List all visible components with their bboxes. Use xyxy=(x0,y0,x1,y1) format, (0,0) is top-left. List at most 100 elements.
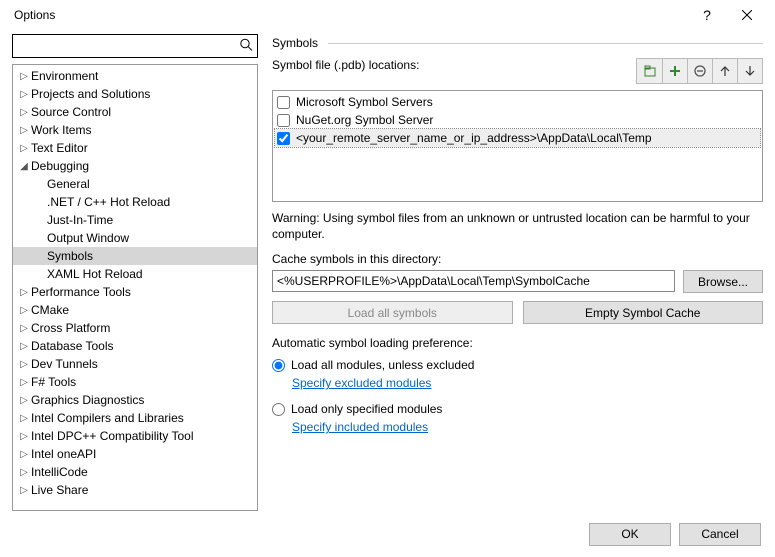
tree-item-label: Database Tools xyxy=(31,339,114,353)
ok-button[interactable]: OK xyxy=(589,523,671,546)
locations-list[interactable]: Microsoft Symbol Servers NuGet.org Symbol… xyxy=(272,90,763,202)
tree-item[interactable]: ▷Graphics Diagnostics xyxy=(13,391,257,409)
location-item[interactable]: <your_remote_server_name_or_ip_address>\… xyxy=(275,129,760,147)
tree-item-label: Symbols xyxy=(47,249,93,263)
sidebar: ▷Environment▷Projects and Solutions▷Sour… xyxy=(12,34,258,511)
panel-divider xyxy=(328,43,763,44)
empty-symbol-cache-button[interactable]: Empty Symbol Cache xyxy=(523,301,764,324)
tree-item-label: Output Window xyxy=(47,231,129,245)
chevron-right-icon: ▷ xyxy=(17,305,31,316)
tree-item-label: Cross Platform xyxy=(31,321,110,335)
load-all-symbols-button[interactable]: Load all symbols xyxy=(272,301,513,324)
cache-label: Cache symbols in this directory: xyxy=(272,252,763,266)
radio-load-only-label: Load only specified modules xyxy=(291,402,442,416)
chevron-right-icon: ▷ xyxy=(17,413,31,424)
search-box[interactable] xyxy=(12,34,258,58)
tree-item-label: XAML Hot Reload xyxy=(47,267,143,281)
tree-item[interactable]: ▷Work Items xyxy=(13,121,257,139)
tree-item[interactable]: ▷Dev Tunnels xyxy=(13,355,257,373)
tree-item[interactable]: Just-In-Time xyxy=(13,211,257,229)
tree-item[interactable]: ▷Projects and Solutions xyxy=(13,85,257,103)
tree-item-label: Text Editor xyxy=(31,141,88,155)
chevron-right-icon: ▷ xyxy=(17,377,31,388)
cancel-button[interactable]: Cancel xyxy=(679,523,761,546)
chevron-right-icon: ▷ xyxy=(17,143,31,154)
search-input[interactable] xyxy=(17,39,235,53)
tree-item[interactable]: .NET / C++ Hot Reload xyxy=(13,193,257,211)
location-checkbox[interactable] xyxy=(277,114,290,127)
options-tree[interactable]: ▷Environment▷Projects and Solutions▷Sour… xyxy=(12,64,258,511)
chevron-right-icon: ▷ xyxy=(17,467,31,478)
location-checkbox[interactable] xyxy=(277,96,290,109)
tree-item-label: .NET / C++ Hot Reload xyxy=(47,195,170,209)
tree-item[interactable]: ▷Performance Tools xyxy=(13,283,257,301)
specify-excluded-link[interactable]: Specify excluded modules xyxy=(292,376,763,390)
tree-item[interactable]: Symbols xyxy=(13,247,257,265)
tree-item[interactable]: ◢Debugging xyxy=(13,157,257,175)
tree-item[interactable]: XAML Hot Reload xyxy=(13,265,257,283)
tree-item[interactable]: General xyxy=(13,175,257,193)
tree-item[interactable]: ▷Environment xyxy=(13,67,257,85)
chevron-right-icon: ▷ xyxy=(17,287,31,298)
locations-label: Symbol file (.pdb) locations: xyxy=(272,58,628,72)
browse-button[interactable]: Browse... xyxy=(683,270,763,293)
cache-path-input[interactable] xyxy=(272,270,675,292)
radio-load-all-label: Load all modules, unless excluded xyxy=(291,358,474,372)
remove-icon[interactable] xyxy=(687,59,712,83)
location-item[interactable]: Microsoft Symbol Servers xyxy=(275,93,760,111)
move-up-icon[interactable] xyxy=(712,59,737,83)
tree-item[interactable]: ▷Intel DPC++ Compatibility Tool xyxy=(13,427,257,445)
new-folder-icon[interactable] xyxy=(637,59,662,83)
close-button[interactable] xyxy=(727,0,767,30)
move-down-icon[interactable] xyxy=(737,59,762,83)
auto-loading-label: Automatic symbol loading preference: xyxy=(272,336,763,350)
locations-toolbar xyxy=(636,58,763,84)
specify-included-link[interactable]: Specify included modules xyxy=(292,420,763,434)
panel-title: Symbols xyxy=(272,36,318,50)
tree-item-label: Just-In-Time xyxy=(47,213,113,227)
chevron-right-icon: ▷ xyxy=(17,449,31,460)
window-title: Options xyxy=(8,8,55,22)
tree-item[interactable]: ▷F# Tools xyxy=(13,373,257,391)
titlebar: Options ? xyxy=(0,0,775,30)
tree-item[interactable]: ▷Intel Compilers and Libraries xyxy=(13,409,257,427)
tree-item-label: Intel Compilers and Libraries xyxy=(31,411,184,425)
tree-item[interactable]: ▷Intel oneAPI xyxy=(13,445,257,463)
tree-item-label: Environment xyxy=(31,69,98,83)
tree-item-label: Live Share xyxy=(31,483,88,497)
location-checkbox[interactable] xyxy=(277,132,290,145)
tree-item-label: General xyxy=(47,177,90,191)
chevron-right-icon: ▷ xyxy=(17,71,31,82)
tree-item-label: Debugging xyxy=(31,159,89,173)
tree-item-label: F# Tools xyxy=(31,375,76,389)
tree-item[interactable]: ▷Database Tools xyxy=(13,337,257,355)
chevron-right-icon: ▷ xyxy=(17,341,31,352)
location-item[interactable]: NuGet.org Symbol Server xyxy=(275,111,760,129)
tree-item-label: Source Control xyxy=(31,105,111,119)
tree-item[interactable]: ▷CMake xyxy=(13,301,257,319)
tree-item[interactable]: ▷Text Editor xyxy=(13,139,257,157)
radio-load-only[interactable] xyxy=(272,403,285,416)
radio-load-all[interactable] xyxy=(272,359,285,372)
tree-item-label: Work Items xyxy=(31,123,91,137)
tree-item[interactable]: ▷Source Control xyxy=(13,103,257,121)
tree-item-label: CMake xyxy=(31,303,69,317)
search-icon xyxy=(239,38,253,55)
tree-item[interactable]: Output Window xyxy=(13,229,257,247)
chevron-right-icon: ▷ xyxy=(17,431,31,442)
location-label: Microsoft Symbol Servers xyxy=(296,95,433,109)
chevron-right-icon: ▷ xyxy=(17,89,31,100)
add-icon[interactable] xyxy=(662,59,687,83)
tree-item[interactable]: ▷Cross Platform xyxy=(13,319,257,337)
chevron-right-icon: ▷ xyxy=(17,125,31,136)
dialog-footer: OK Cancel xyxy=(0,511,775,557)
tree-item[interactable]: ▷IntelliCode xyxy=(13,463,257,481)
tree-item-label: IntelliCode xyxy=(31,465,88,479)
location-label: <your_remote_server_name_or_ip_address>\… xyxy=(296,131,652,145)
chevron-down-icon: ◢ xyxy=(17,161,31,172)
chevron-right-icon: ▷ xyxy=(17,107,31,118)
warning-text: Warning: Using symbol files from an unkn… xyxy=(272,210,763,242)
tree-item[interactable]: ▷Live Share xyxy=(13,481,257,499)
chevron-right-icon: ▷ xyxy=(17,323,31,334)
help-button[interactable]: ? xyxy=(687,0,727,30)
